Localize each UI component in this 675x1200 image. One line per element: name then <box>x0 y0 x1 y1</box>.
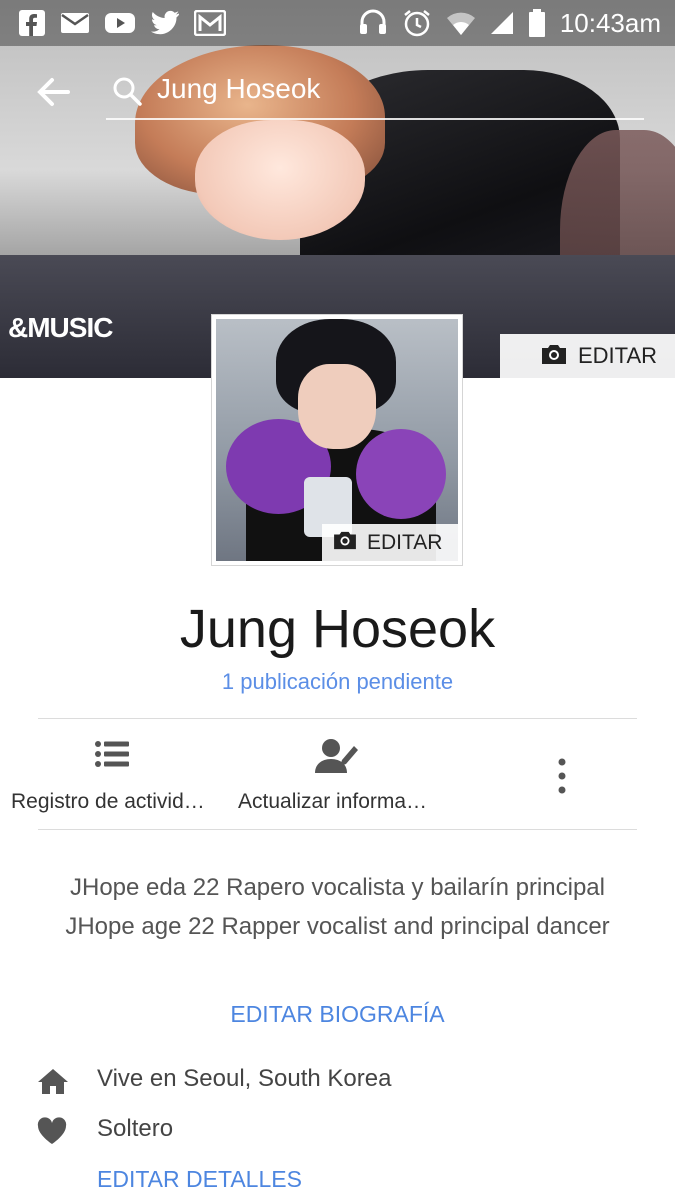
activity-log-button[interactable]: Registro de activid… <box>0 720 225 830</box>
headset-icon <box>358 8 388 38</box>
search-icon <box>112 76 142 106</box>
home-icon <box>37 1067 69 1100</box>
edit-cover-label: EDITAR <box>578 343 658 368</box>
update-info-button[interactable]: Actualizar informa… <box>228 720 450 830</box>
activity-log-label: Registro de activid… <box>11 790 205 813</box>
mail-icon <box>60 11 90 35</box>
camera-icon <box>332 530 358 555</box>
top-search-bar: Jung Hoseok <box>0 60 675 124</box>
more-options-button[interactable] <box>540 720 585 830</box>
list-icon <box>95 740 129 773</box>
edit-bio-link[interactable]: EDITAR BIOGRAFÍA <box>0 1001 675 1028</box>
status-right-icons: 10:43am <box>358 8 661 39</box>
youtube-icon <box>104 11 136 35</box>
profile-name: Jung Hoseok <box>179 599 496 659</box>
edit-profile-picture-label: EDITAR <box>367 530 443 554</box>
cover-logo-text: &MUSIC <box>8 312 113 343</box>
signal-icon <box>490 11 514 35</box>
bio-text: JHope eda 22 Rapero vocalista y bailarín… <box>65 874 610 940</box>
avatar-plush-shape-right <box>356 429 446 519</box>
more-icon <box>556 758 568 799</box>
twitter-icon <box>150 10 180 36</box>
pending-posts-link[interactable]: 1 publicación pendiente <box>0 669 675 695</box>
gmail-icon <box>194 10 226 36</box>
divider-bottom <box>38 829 637 830</box>
camera-icon <box>540 343 568 370</box>
facebook-icon <box>18 9 46 37</box>
edit-profile-icon <box>314 738 360 779</box>
profile-picture[interactable]: EDITAR <box>211 314 463 566</box>
relationship-text: Soltero <box>97 1115 174 1142</box>
residence-text: Vive en Seoul, South Korea <box>97 1065 392 1092</box>
alarm-icon <box>402 8 432 38</box>
edit-details-link[interactable]: EDITAR DETALLES <box>97 1166 302 1193</box>
search-input[interactable]: Jung Hoseok <box>157 73 320 105</box>
divider-top <box>38 718 637 719</box>
avatar-face-shape <box>298 364 376 449</box>
detail-relationship: Soltero <box>0 1109 675 1153</box>
profile-actions: Registro de activid… Actualizar informa… <box>0 720 675 830</box>
profile-picture-image: EDITAR <box>216 319 458 561</box>
back-arrow-icon[interactable] <box>34 74 74 110</box>
update-info-label: Actualizar informa… <box>238 790 428 813</box>
edit-cover-button[interactable]: EDITAR <box>500 334 675 378</box>
search-underline <box>106 118 644 120</box>
wifi-icon <box>446 10 476 36</box>
status-left-icons <box>18 9 226 37</box>
heart-icon <box>37 1117 67 1150</box>
battery-icon <box>528 8 546 38</box>
edit-profile-picture-button[interactable]: EDITAR <box>322 524 458 561</box>
cover-face-shape <box>195 120 365 240</box>
status-bar: 10:43am <box>0 0 675 46</box>
status-time: 10:43am <box>559 7 661 38</box>
detail-residence: Vive en Seoul, South Korea <box>0 1059 675 1103</box>
